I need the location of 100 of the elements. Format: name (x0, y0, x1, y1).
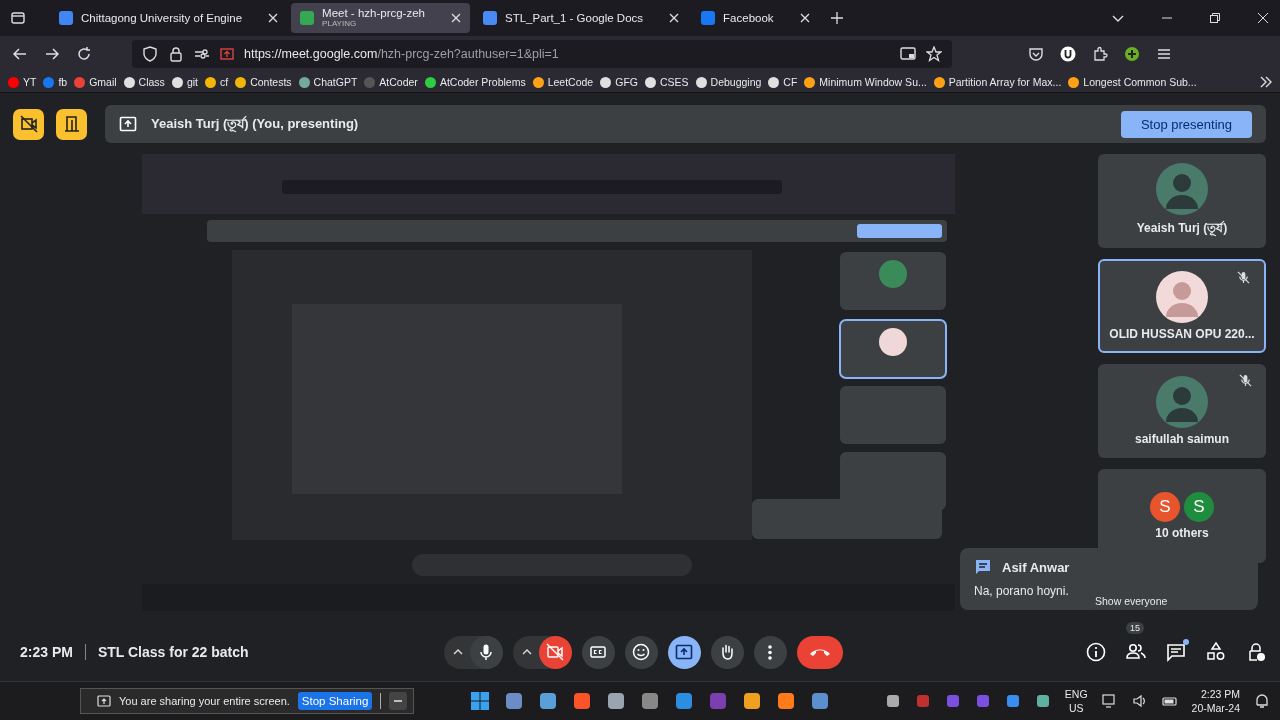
camera-control[interactable] (512, 635, 572, 669)
address-bar[interactable]: https://meet.google.com/hzh-prcg-zeh?authuser=1&pli=1 (132, 40, 952, 68)
bookmark[interactable]: ChatGPT (298, 76, 358, 88)
bookmark[interactable]: Partition Array for Max... (933, 76, 1062, 88)
picture-in-picture-icon[interactable] (900, 46, 916, 62)
hide-button[interactable] (389, 692, 408, 710)
close-icon[interactable] (268, 13, 279, 23)
bookmark[interactable]: Longest Common Sub... (1068, 76, 1197, 88)
bookmark[interactable]: Minimum Window Su... (804, 76, 927, 88)
notification-icon[interactable] (1254, 693, 1270, 709)
volume-icon[interactable] (1131, 693, 1148, 709)
tray-icon[interactable] (884, 693, 901, 709)
more-icon (768, 644, 773, 660)
close-icon[interactable] (669, 13, 680, 23)
participant-tile[interactable]: saifullah saimun (1098, 364, 1266, 458)
stop-sharing-button[interactable]: Stop Sharing (297, 692, 373, 710)
screen-share-icon[interactable] (220, 47, 234, 61)
participant-name: OLID HUSSAN OPU 220... (1109, 327, 1255, 341)
restore-icon[interactable] (1210, 13, 1220, 23)
bookmark[interactable]: Gmail (74, 76, 117, 88)
chat-icon[interactable] (1166, 642, 1186, 662)
camera-off-icon (19, 115, 38, 133)
app-icon[interactable] (673, 691, 694, 711)
smiley-icon (632, 643, 651, 661)
shield-icon[interactable] (142, 46, 158, 62)
app-icon[interactable] (571, 691, 592, 711)
bookmark[interactable]: CSES (644, 76, 689, 88)
bookmark[interactable]: fb (43, 76, 68, 88)
tab-list-icon[interactable] (10, 10, 26, 26)
bookmark[interactable]: Debugging (695, 76, 762, 88)
microphone-control[interactable] (443, 635, 503, 669)
participant-tile[interactable]: Yeaish Turj (তূর্য) (1098, 154, 1266, 248)
add-extension-icon[interactable] (1124, 46, 1140, 62)
browser-tab[interactable]: STL_Part_1 - Google Docs (474, 3, 689, 33)
star-icon[interactable] (926, 46, 942, 62)
bookmark[interactable]: AtCoder (364, 76, 418, 88)
captions-button[interactable] (581, 635, 615, 669)
emoji-button[interactable] (624, 635, 658, 669)
raise-hand-button[interactable] (710, 635, 744, 669)
info-icon[interactable] (1086, 642, 1106, 662)
extension-icon[interactable] (1060, 46, 1076, 62)
present-button[interactable] (667, 635, 701, 669)
app-icon[interactable] (809, 691, 830, 711)
host-controls-icon[interactable] (1246, 642, 1266, 662)
chevrons-right-icon[interactable] (1260, 76, 1272, 88)
app-icon[interactable] (605, 691, 626, 711)
app-icon[interactable] (639, 691, 660, 711)
start-icon[interactable] (469, 691, 490, 711)
avatar-icon (1156, 163, 1208, 215)
browser-tab[interactable]: Meet - hzh-prcg-zeh PLAYING (291, 3, 470, 33)
language-indicator[interactable]: ENG US (1064, 686, 1088, 716)
avatar-icon (1156, 271, 1208, 323)
lock-icon[interactable] (168, 46, 184, 62)
app-icon[interactable] (503, 691, 524, 711)
activities-icon[interactable] (1206, 642, 1226, 662)
meeting-time: 2:23 PM (20, 644, 73, 660)
bookmark[interactable]: cf (204, 76, 229, 88)
pocket-icon[interactable] (1028, 46, 1044, 62)
camera-off-button[interactable] (13, 108, 44, 140)
bookmark[interactable]: AtCoder Problems (424, 76, 526, 88)
avatar-icon (1156, 376, 1208, 428)
browser-tab[interactable]: Facebook (692, 3, 819, 33)
forward-icon[interactable] (44, 46, 60, 62)
permissions-icon[interactable] (194, 46, 210, 62)
back-icon[interactable] (12, 46, 28, 62)
network-icon[interactable] (1101, 693, 1118, 709)
close-icon[interactable] (799, 13, 810, 23)
app-icon[interactable] (537, 691, 558, 711)
participant-tile[interactable]: OLID HUSSAN OPU 220... (1098, 259, 1266, 353)
app-icon[interactable] (775, 691, 796, 711)
tray-icon[interactable] (944, 693, 961, 709)
bookmark[interactable]: Class (123, 76, 165, 88)
tray-icon[interactable] (1034, 693, 1051, 709)
leave-call-button[interactable] (796, 635, 843, 669)
reload-icon[interactable] (76, 46, 92, 62)
chat-icon (974, 558, 992, 576)
stop-presenting-button[interactable]: Stop presenting (1120, 110, 1252, 138)
door-button[interactable] (56, 108, 87, 140)
close-icon[interactable] (1258, 13, 1268, 23)
more-options-button[interactable] (753, 635, 787, 669)
initial-avatar: S (1150, 492, 1180, 522)
bookmark[interactable]: git (171, 76, 198, 88)
tray-icon[interactable] (974, 693, 991, 709)
menu-icon[interactable] (1156, 46, 1172, 62)
bookmark[interactable]: GFG (600, 76, 638, 88)
puzzle-icon[interactable] (1092, 46, 1108, 62)
tray-icon[interactable] (1004, 693, 1021, 709)
people-icon[interactable] (1126, 642, 1146, 662)
bookmark[interactable]: Contests (235, 76, 292, 88)
new-tab-icon[interactable] (830, 12, 843, 24)
captions-icon (589, 643, 608, 661)
bookmark[interactable]: LeetCode (532, 76, 594, 88)
bookmark[interactable]: CF (768, 76, 798, 88)
presenter-label: Yeaish Turj (তূর্য) (You, presenting) (151, 114, 359, 134)
clock[interactable]: 2:23 PM 20-Mar-24 (1191, 686, 1240, 716)
minimize-icon (394, 700, 403, 702)
app-icon[interactable] (741, 691, 762, 711)
close-icon[interactable] (451, 13, 461, 23)
browser-tab[interactable]: Chittagong University of Engine (50, 3, 288, 33)
bookmark[interactable]: YT (8, 76, 37, 88)
